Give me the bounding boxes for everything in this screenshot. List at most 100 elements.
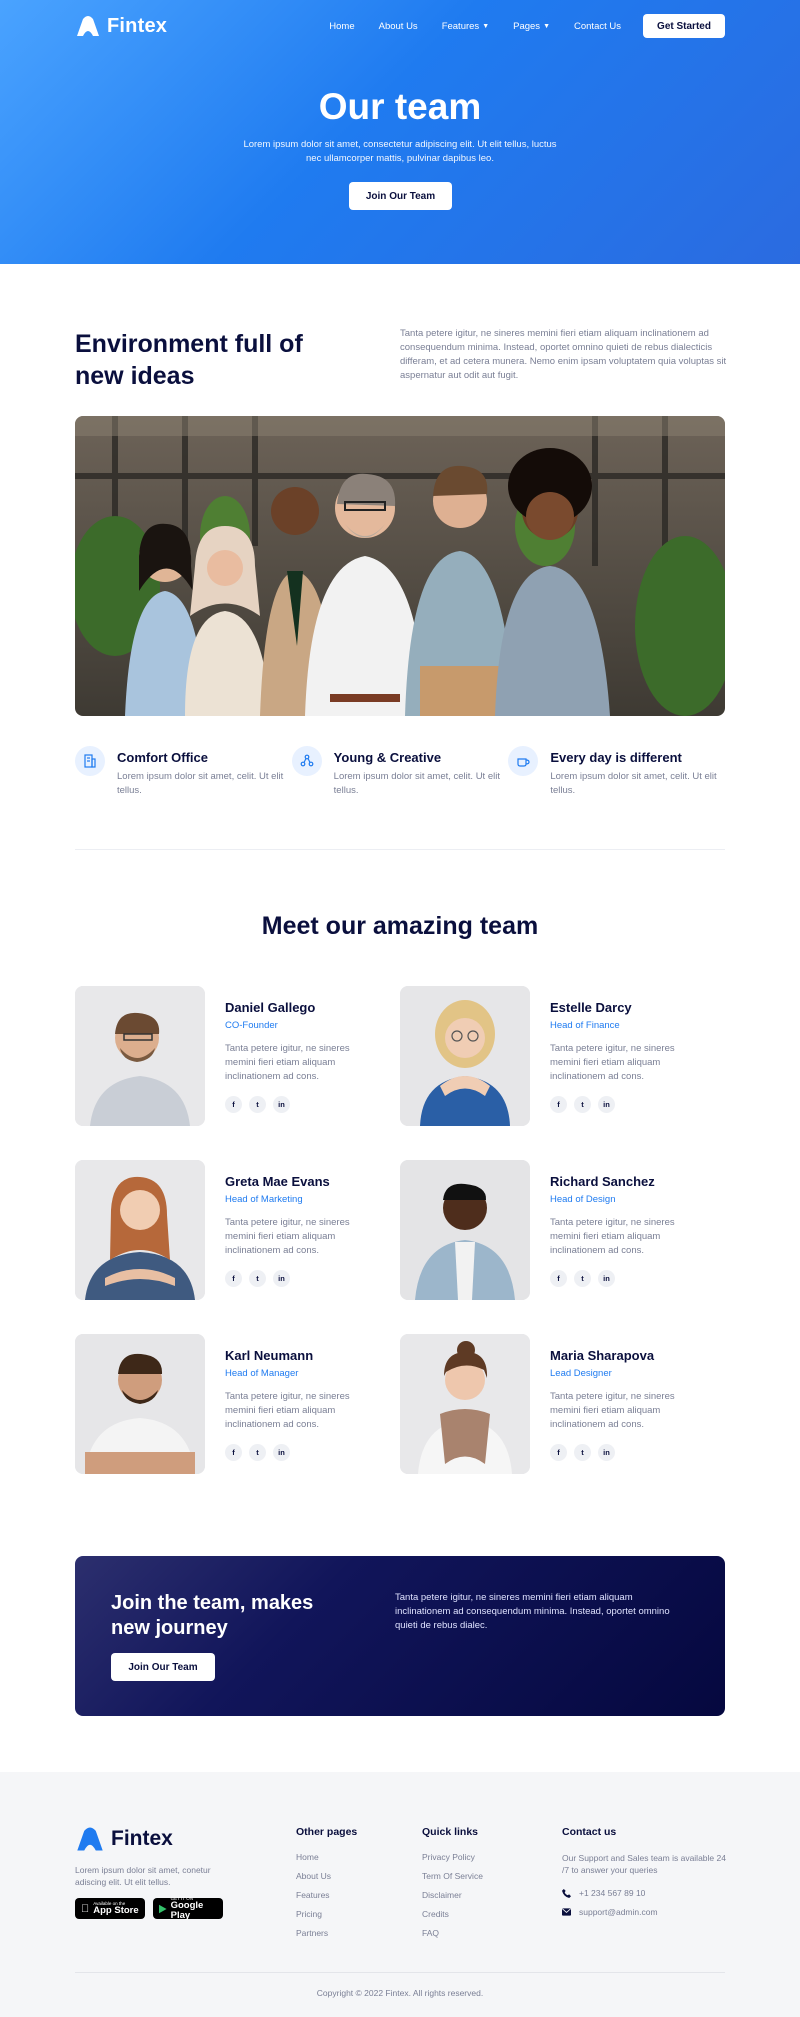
team-title: Meet our amazing team: [261, 912, 539, 940]
features-row: Comfort Office Lorem ipsum dolor sit ame…: [75, 746, 725, 798]
member-photo: [400, 1334, 530, 1474]
facebook-icon[interactable]: f: [225, 1096, 242, 1113]
environment-text: Tanta petere igitur, ne sineres memini f…: [400, 328, 727, 381]
nav-link-label: Features: [441, 20, 480, 32]
team-member-card: Karl Neumann Head of Manager Tanta peter…: [75, 1334, 395, 1474]
feature-young-creative: Young & Creative Lorem ipsum dolor sit a…: [291, 746, 509, 798]
get-started-button[interactable]: Get Started: [643, 14, 725, 38]
hero-subtitle: Lorem ipsum dolor sit amet, consectetur …: [243, 139, 557, 164]
fintex-logo-icon: [77, 1827, 103, 1851]
join-team-button[interactable]: Join Our Team: [111, 1653, 215, 1681]
social-links: f t in: [225, 1270, 375, 1287]
join-team-button[interactable]: Join Our Team: [349, 182, 452, 210]
building-icon: [75, 746, 105, 776]
fintex-logo-icon: [77, 16, 99, 36]
feature-every-day: Every day is different Lorem ipsum dolor…: [508, 746, 725, 798]
member-photo: [75, 1160, 205, 1300]
twitter-icon[interactable]: t: [249, 1096, 266, 1113]
app-store-button[interactable]:  Available on the App Store: [75, 1898, 145, 1919]
twitter-icon[interactable]: t: [249, 1444, 266, 1461]
join-banner: Join the team, makes new journey Join Ou…: [75, 1556, 725, 1716]
hero-section: Fintex Home About Us Features ▼ Pages ▼ Co…: [0, 0, 800, 264]
nav-link-home[interactable]: Home: [329, 21, 354, 32]
feature-title: Comfort Office: [117, 750, 208, 765]
member-bio: Tanta petere igitur, ne sineres memini f…: [225, 1043, 350, 1082]
member-bio: Tanta petere igitur, ne sineres memini f…: [225, 1217, 350, 1256]
coffee-icon: [508, 746, 539, 776]
member-photo: [75, 986, 205, 1126]
member-name: Maria Sharapova: [550, 1348, 655, 1363]
store-big-label: Google Play: [170, 1900, 204, 1921]
contact-phone[interactable]: +1 234 567 89 10: [562, 1888, 727, 1898]
feature-text: Lorem ipsum dolor sit amet, celit. Ut el…: [333, 771, 500, 796]
facebook-icon[interactable]: f: [550, 1444, 567, 1461]
feature-text: Lorem ipsum dolor sit amet, celit. Ut el…: [550, 771, 717, 796]
member-info: Daniel Gallego CO-Founder Tanta petere i…: [225, 986, 375, 1126]
nav-link-contact[interactable]: Contact Us: [574, 21, 621, 32]
contact-email[interactable]: support@admin.com: [562, 1907, 727, 1917]
feature-comfort-office: Comfort Office Lorem ipsum dolor sit ame…: [75, 746, 292, 798]
twitter-icon[interactable]: t: [574, 1096, 591, 1113]
linkedin-icon[interactable]: in: [598, 1096, 615, 1113]
nav-link-about[interactable]: About Us: [379, 21, 418, 32]
team-member-card: Greta Mae Evans Head of Marketing Tanta …: [75, 1160, 395, 1300]
facebook-icon[interactable]: f: [550, 1096, 567, 1113]
social-links: f t in: [550, 1096, 700, 1113]
google-play-button[interactable]: GET IT ON Google Play: [153, 1896, 223, 1921]
member-role: Head of Finance: [550, 1020, 620, 1031]
footer-description: Lorem ipsum dolor sit amet, conetur adis…: [75, 1865, 211, 1887]
member-photo: [400, 1160, 530, 1300]
feature-text: Lorem ipsum dolor sit amet, celit. Ut el…: [117, 771, 284, 796]
contact-email-text: support@admin.com: [579, 1907, 658, 1917]
facebook-icon[interactable]: f: [225, 1444, 242, 1461]
member-name: Daniel Gallego: [225, 1000, 316, 1015]
apple-icon: : [81, 1903, 89, 1915]
linkedin-icon[interactable]: in: [273, 1270, 290, 1287]
footer-column-title: Other pages: [296, 1826, 358, 1838]
environment-title: Environment full of new ideas: [75, 330, 303, 390]
play-icon: [159, 1904, 167, 1913]
facebook-icon[interactable]: f: [550, 1270, 567, 1287]
twitter-icon[interactable]: t: [574, 1444, 591, 1461]
linkedin-icon[interactable]: in: [273, 1096, 290, 1113]
member-bio: Tanta petere igitur, ne sineres memini f…: [225, 1391, 350, 1430]
member-role: Head of Manager: [225, 1368, 299, 1379]
mail-icon: [562, 1908, 571, 1916]
linkedin-icon[interactable]: in: [598, 1444, 615, 1461]
nav-link-pages[interactable]: Pages ▼: [513, 21, 550, 32]
section-divider: [75, 849, 725, 850]
facebook-icon[interactable]: f: [225, 1270, 242, 1287]
join-text: Tanta petere igitur, ne sineres memini f…: [395, 1592, 670, 1631]
twitter-icon[interactable]: t: [249, 1270, 266, 1287]
linkedin-icon[interactable]: in: [273, 1444, 290, 1461]
footer-link-pricing[interactable]: Pricing: [296, 1909, 357, 1919]
social-links: f t in: [225, 1444, 375, 1461]
team-member-card: Richard Sanchez Head of Design Tanta pet…: [400, 1160, 720, 1300]
nav-link-features[interactable]: Features ▼: [442, 21, 489, 32]
member-name: Estelle Darcy: [550, 1000, 632, 1015]
footer-link-faq[interactable]: FAQ: [422, 1928, 483, 1938]
footer-link-privacy[interactable]: Privacy Policy: [422, 1852, 483, 1862]
brand-logo[interactable]: Fintex: [75, 15, 167, 38]
member-info: Karl Neumann Head of Manager Tanta peter…: [225, 1334, 375, 1474]
footer-link-terms[interactable]: Term Of Service: [422, 1871, 483, 1881]
member-name: Karl Neumann: [225, 1348, 314, 1363]
footer-link-home[interactable]: Home: [296, 1852, 357, 1862]
footer-link-partners[interactable]: Partners: [296, 1928, 357, 1938]
footer-brand-logo[interactable]: Fintex: [75, 1826, 173, 1852]
member-role: Head of Marketing: [225, 1194, 303, 1205]
member-role: CO-Founder: [225, 1020, 278, 1031]
footer-link-credits[interactable]: Credits: [422, 1909, 483, 1919]
linkedin-icon[interactable]: in: [598, 1270, 615, 1287]
member-name: Richard Sanchez: [550, 1174, 655, 1189]
join-title: Join the team, makes new journey: [111, 1592, 314, 1639]
footer-link-features[interactable]: Features: [296, 1890, 357, 1900]
twitter-icon[interactable]: t: [574, 1270, 591, 1287]
footer-link-disclaimer[interactable]: Disclaimer: [422, 1890, 483, 1900]
footer-other-pages: Other pages Home About Us Features Prici…: [296, 1826, 357, 1947]
footer-column-title: Quick links: [422, 1826, 479, 1838]
footer-link-about[interactable]: About Us: [296, 1871, 357, 1881]
member-info: Estelle Darcy Head of Finance Tanta pete…: [550, 986, 700, 1126]
hero-title: Our team: [318, 86, 482, 127]
nav-link-label: About Us: [378, 20, 418, 32]
